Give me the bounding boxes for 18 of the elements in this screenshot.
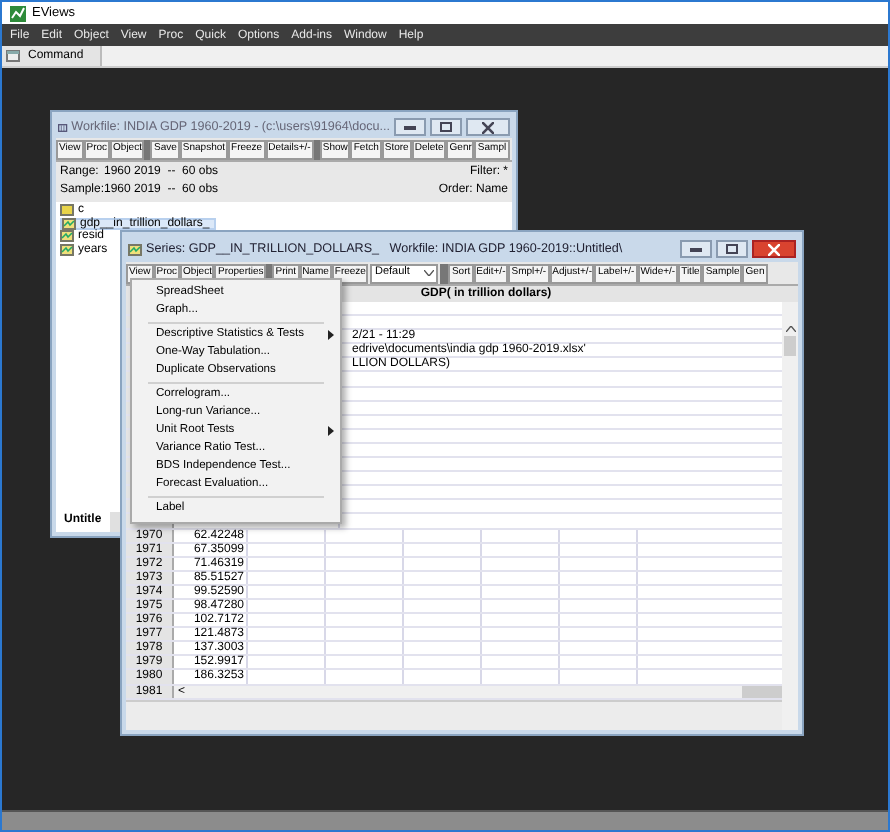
workfile-icon <box>58 121 68 133</box>
scroll-thumb[interactable] <box>784 336 796 356</box>
submenu-arrow-icon <box>328 426 334 436</box>
maximize-button[interactable] <box>716 240 748 258</box>
close-button[interactable] <box>752 240 796 258</box>
chevron-down-icon <box>424 270 435 276</box>
close-button[interactable] <box>466 118 510 136</box>
maximize-button[interactable] <box>430 118 462 136</box>
series-icon <box>128 243 142 255</box>
scroll-up-icon <box>785 326 795 332</box>
minimize-button[interactable] <box>680 240 712 258</box>
minimize-button[interactable] <box>394 118 426 136</box>
submenu-arrow-icon <box>328 330 334 340</box>
close-icon <box>482 121 494 133</box>
coefficient-icon <box>60 204 74 217</box>
close-icon <box>768 243 780 255</box>
command-window-icon <box>6 50 20 62</box>
vertical-scrollbar[interactable] <box>782 302 798 730</box>
